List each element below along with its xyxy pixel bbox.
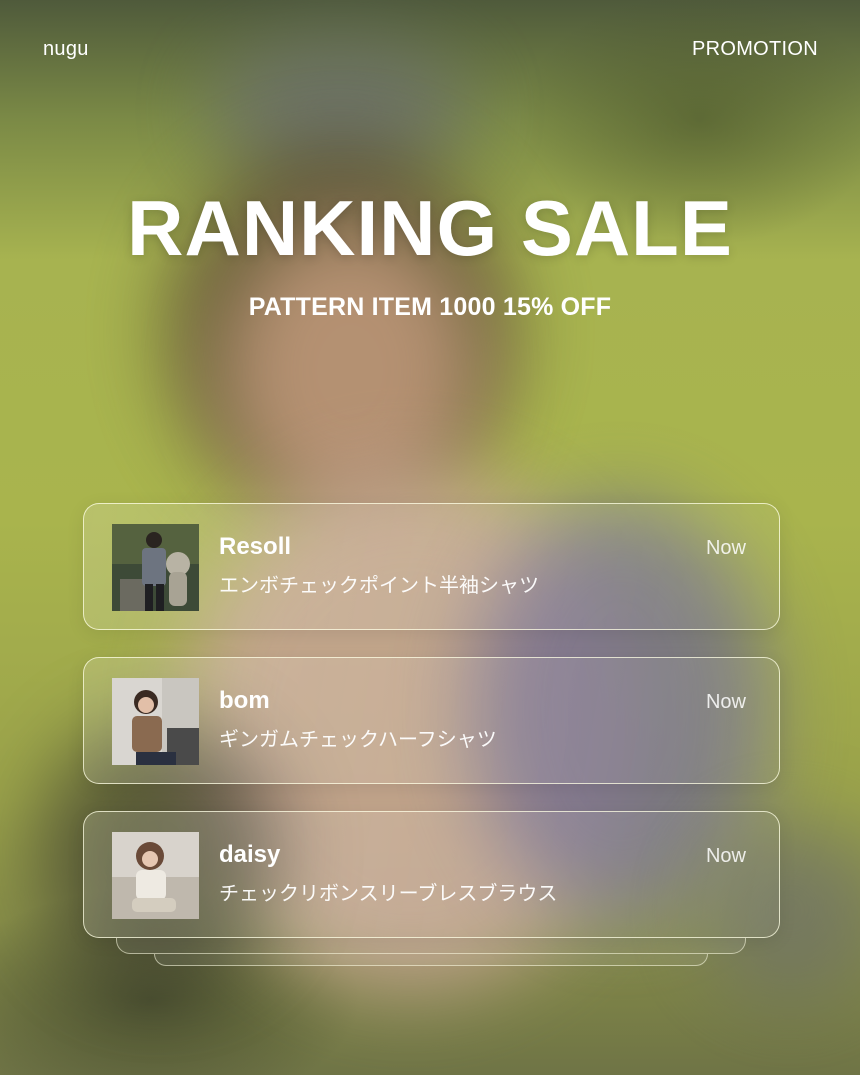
notification-time: Now — [705, 845, 746, 867]
notification-sender: bom — [219, 687, 270, 714]
photo-thumbnail-icon — [112, 524, 199, 611]
notification-card[interactable]: daisy チェックリボンスリーブレスブラウス Now — [83, 811, 780, 938]
notification-message: チェックリボンスリーブレスブラウス — [219, 883, 558, 905]
notification-card[interactable]: bom ギンガムチェックハーフシャツ Now — [83, 657, 780, 784]
notification-sender: Resoll — [219, 533, 292, 560]
notification-message: ギンガムチェックハーフシャツ — [219, 729, 497, 751]
notification-time: Now — [705, 537, 746, 559]
stacked-card-shadow — [154, 954, 708, 966]
stacked-card-shadow — [116, 938, 746, 954]
promotion-label: PROMOTION — [691, 38, 818, 60]
notification-time: Now — [705, 691, 746, 713]
photo-thumbnail-icon — [112, 678, 199, 765]
brand-label: nugu — [43, 38, 89, 60]
notification-card[interactable]: Resoll エンボチェックポイント半袖シャツ Now — [83, 503, 780, 630]
notification-sender: daisy — [219, 841, 281, 868]
notification-message: エンボチェックポイント半袖シャツ — [219, 575, 539, 597]
page-title: RANKING SALE — [127, 184, 733, 272]
photo-thumbnail-icon — [112, 832, 199, 919]
page-subtitle: PATTERN ITEM 1000 15% OFF — [248, 293, 612, 321]
